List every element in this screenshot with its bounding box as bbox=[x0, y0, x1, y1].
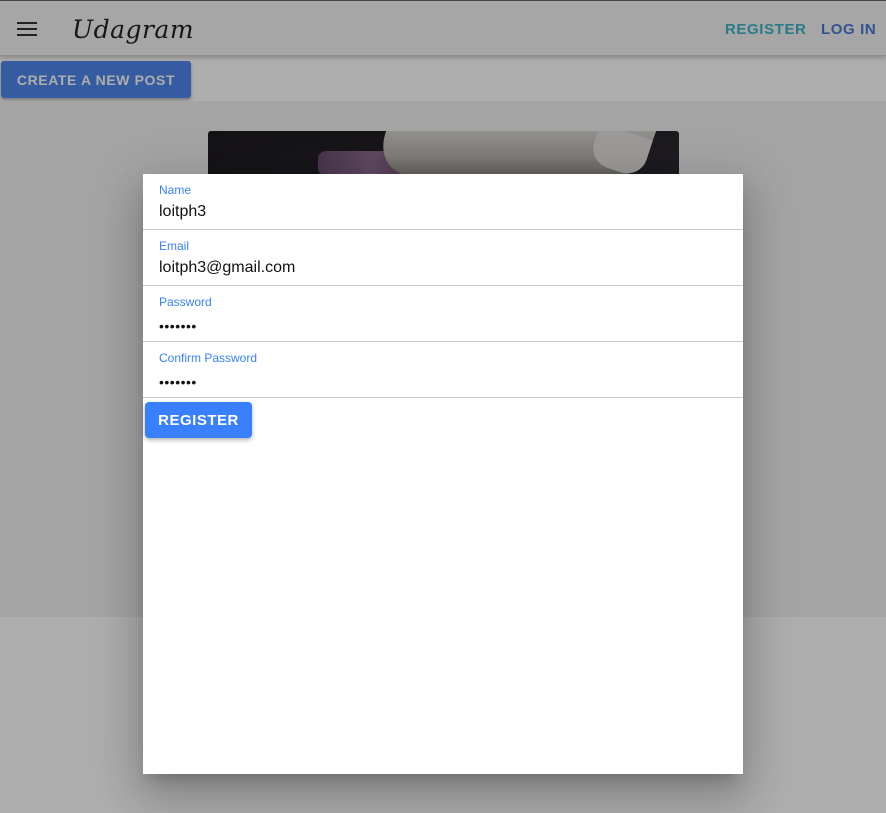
email-field: Email bbox=[143, 230, 743, 286]
name-label: Name bbox=[159, 183, 192, 197]
email-label: Email bbox=[159, 239, 190, 253]
confirm-password-input[interactable] bbox=[159, 371, 719, 393]
password-input[interactable] bbox=[159, 315, 719, 337]
password-label: Password bbox=[159, 295, 212, 309]
confirm-password-label: Confirm Password bbox=[159, 351, 258, 365]
confirm-password-field: Confirm Password bbox=[143, 342, 743, 398]
register-dialog: Name Email Password Confirm Password REG… bbox=[143, 174, 743, 774]
register-submit-button[interactable]: REGISTER bbox=[145, 402, 252, 438]
password-field: Password bbox=[143, 286, 743, 342]
name-field: Name bbox=[143, 174, 743, 230]
name-input[interactable] bbox=[159, 201, 719, 223]
email-input[interactable] bbox=[159, 257, 719, 279]
